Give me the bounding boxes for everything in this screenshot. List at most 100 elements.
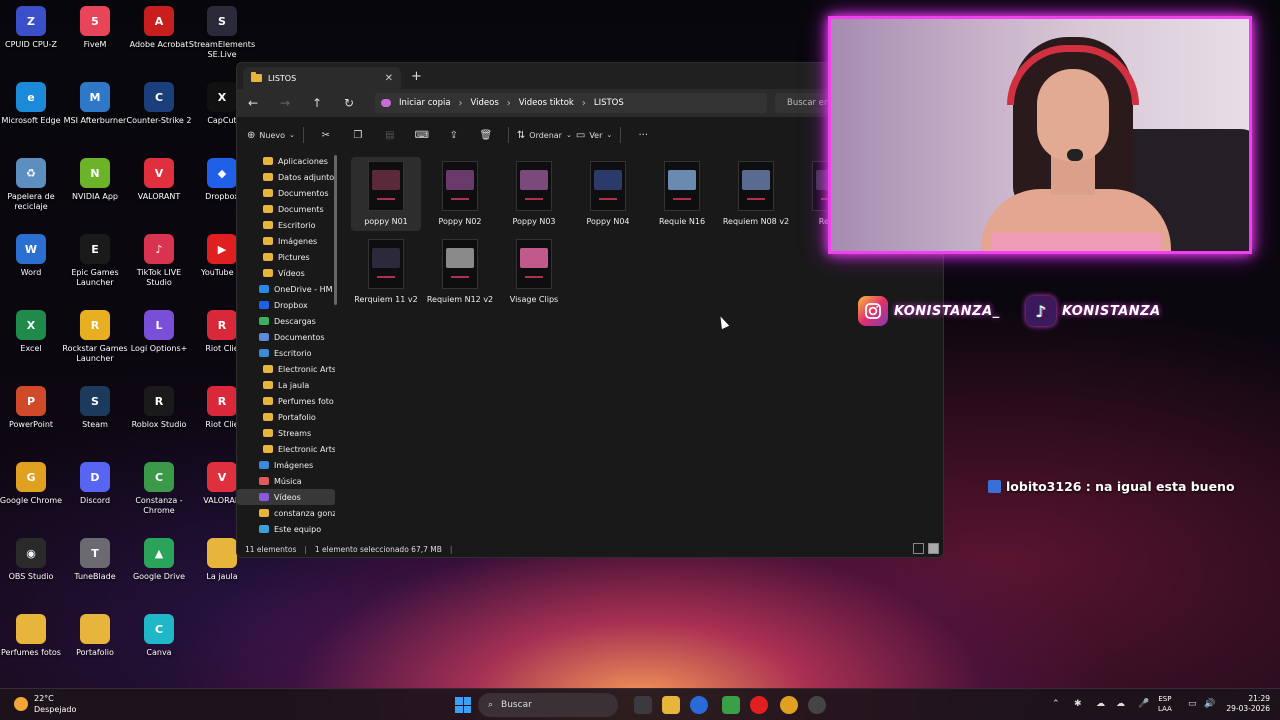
more-button[interactable]: ···	[629, 124, 657, 146]
desktop-icon[interactable]: P PowerPoint	[0, 386, 65, 430]
desktop-icon[interactable]: E Epic Games Launcher	[61, 234, 129, 288]
desktop-icon[interactable]: Z CPUID CPU-Z	[0, 6, 65, 50]
tray-cloud-icon[interactable]: ☁	[1116, 699, 1125, 709]
desktop-icon[interactable]: C Canva	[125, 614, 193, 658]
desktop-icon[interactable]: R Roblox Studio	[125, 386, 193, 430]
desktop-icon[interactable]: A Adobe Acrobat	[125, 6, 193, 50]
rename-button[interactable]: ⌨	[408, 124, 436, 146]
video-file[interactable]: Requiem N12 v2	[425, 235, 495, 309]
desktop-icon[interactable]: V VALORANT	[125, 158, 193, 202]
video-file[interactable]: Rerquiem 11 v2	[351, 235, 421, 309]
google-drive-taskbar-icon[interactable]	[722, 696, 740, 714]
sidebar-item[interactable]: Portafolio	[237, 409, 335, 425]
sidebar-item[interactable]: Datos adjuntos	[237, 169, 335, 185]
new-button[interactable]: ⊕ Nuevo ⌄	[247, 124, 295, 146]
view-button[interactable]: ▭ Ver ⌄	[576, 124, 612, 146]
large-icons-view-button[interactable]	[928, 543, 939, 554]
sidebar-item[interactable]: OneDrive - HM	[237, 281, 335, 297]
sidebar-item[interactable]: Vídeos	[237, 265, 335, 281]
task-view-icon[interactable]	[634, 696, 652, 714]
desktop-icon[interactable]: M MSI Afterburner	[61, 82, 129, 126]
new-tab-button[interactable]: +	[411, 69, 422, 84]
copy-button[interactable]: ❐	[344, 124, 372, 146]
desktop-icon[interactable]: G Google Chrome	[0, 462, 65, 506]
desktop-icon[interactable]: 5 FiveM	[61, 6, 129, 50]
tray-expand-icon[interactable]: ⌃	[1052, 699, 1060, 709]
sidebar-item[interactable]: Documents	[237, 201, 335, 217]
desktop-icon[interactable]: S Steam	[61, 386, 129, 430]
desktop-icon[interactable]: C Counter-Strike 2	[125, 82, 193, 126]
taskbar-search[interactable]: ⌕ Buscar	[478, 693, 618, 717]
desktop-icon[interactable]: ◉ OBS Studio	[0, 538, 65, 582]
desktop-icon[interactable]: X Excel	[0, 310, 65, 354]
obs-taskbar-icon[interactable]	[808, 696, 826, 714]
video-file[interactable]: Visage Clips	[499, 235, 569, 309]
sidebar-item[interactable]: Escritorio	[237, 345, 335, 361]
address-bar[interactable]: Iniciar copia › Videos › Videos tiktok ›…	[375, 93, 767, 113]
sidebar-item[interactable]: Escritorio	[237, 217, 335, 233]
sidebar-item[interactable]: Música	[237, 473, 335, 489]
up-button[interactable]: ↑	[301, 96, 333, 110]
desktop-icon[interactable]: ♪ TikTok LIVE Studio	[125, 234, 193, 288]
share-button[interactable]: ⇪	[440, 124, 468, 146]
desktop-icon[interactable]: e Microsoft Edge	[0, 82, 65, 126]
desktop-icon[interactable]: W Word	[0, 234, 65, 278]
breadcrumb-item[interactable]: Videos tiktok	[519, 98, 574, 108]
weather-widget[interactable]: 22°C Despejado	[14, 693, 76, 715]
language-indicator[interactable]: ESP LAA	[1158, 694, 1172, 714]
sidebar-item[interactable]: La jaula	[237, 377, 335, 393]
sidebar-item[interactable]: Electronic Arts	[237, 441, 335, 457]
tray-mic-icon[interactable]: 🎤	[1138, 699, 1149, 709]
sort-button[interactable]: ⇅ Ordenar ⌄	[517, 124, 572, 146]
video-file[interactable]: Poppy N04	[573, 157, 643, 231]
paste-button[interactable]: ▤	[376, 124, 404, 146]
video-file[interactable]: Poppy N02	[425, 157, 495, 231]
breadcrumb-item[interactable]: LISTOS	[594, 98, 624, 108]
details-view-button[interactable]	[913, 543, 924, 554]
start-button[interactable]	[455, 697, 471, 713]
desktop-icon[interactable]: ♻ Papelera de reciclaje	[0, 158, 65, 212]
file-explorer-taskbar-icon[interactable]	[662, 696, 680, 714]
desktop-icon[interactable]: N NVIDIA App	[61, 158, 129, 202]
video-file[interactable]: poppy N01	[351, 157, 421, 231]
sidebar-item[interactable]: Vídeos	[237, 489, 335, 505]
sidebar-item[interactable]: Descargas	[237, 313, 335, 329]
sidebar-item[interactable]: Perfumes foto	[237, 393, 335, 409]
sidebar-item[interactable]: Electronic Arts	[237, 361, 335, 377]
video-file[interactable]: Requiem N08 v2	[721, 157, 791, 231]
desktop-icon[interactable]: R Rockstar Games Launcher	[61, 310, 129, 364]
desktop-icon[interactable]: Perfumes fotos	[0, 614, 65, 658]
cut-button[interactable]: ✂	[312, 124, 340, 146]
desktop-icon[interactable]: L Logi Options+	[125, 310, 193, 354]
sidebar-item[interactable]: constanza gonz	[237, 505, 335, 521]
sidebar-item[interactable]: Dropbox	[237, 297, 335, 313]
video-file[interactable]: Requie N16	[647, 157, 717, 231]
sidebar-item[interactable]: Imágenes	[237, 457, 335, 473]
desktop-icon[interactable]: Portafolio	[61, 614, 129, 658]
desktop-icon[interactable]: T TuneBlade	[61, 538, 129, 582]
sidebar-item[interactable]: Documentos	[237, 185, 335, 201]
chrome-taskbar-icon[interactable]	[780, 696, 798, 714]
ea-app-icon[interactable]	[690, 696, 708, 714]
breadcrumb-item[interactable]: Iniciar copia	[399, 98, 451, 108]
sidebar-item[interactable]: Documentos	[237, 329, 335, 345]
desktop-icon[interactable]: S StreamElements SE.Live	[188, 6, 256, 60]
sidebar-item[interactable]: Este equipo	[237, 521, 335, 537]
desktop-icon[interactable]: C Constanza - Chrome	[125, 462, 193, 516]
sidebar-item[interactable]: Pictures	[237, 249, 335, 265]
sidebar-scrollbar[interactable]	[334, 155, 337, 305]
back-button[interactable]: ←	[237, 96, 269, 110]
sidebar-item[interactable]: Streams	[237, 425, 335, 441]
delete-button[interactable]: 🗑	[472, 124, 500, 146]
system-clock[interactable]: 21:29 29-03-2026	[1212, 694, 1270, 714]
tray-app-icon[interactable]: ✱	[1074, 699, 1082, 709]
desktop-icon[interactable]: ▲ Google Drive	[125, 538, 193, 582]
sidebar-item[interactable]: Aplicaciones	[237, 153, 335, 169]
refresh-button[interactable]: ↻	[333, 96, 365, 110]
sidebar-item[interactable]: Imágenes	[237, 233, 335, 249]
youtube-music-taskbar-icon[interactable]	[750, 696, 768, 714]
network-icon[interactable]: ▭	[1188, 699, 1197, 709]
tray-onedrive-icon[interactable]: ☁	[1096, 699, 1105, 709]
video-file[interactable]: Poppy N03	[499, 157, 569, 231]
tab-listos[interactable]: LISTOS ✕	[243, 67, 401, 89]
